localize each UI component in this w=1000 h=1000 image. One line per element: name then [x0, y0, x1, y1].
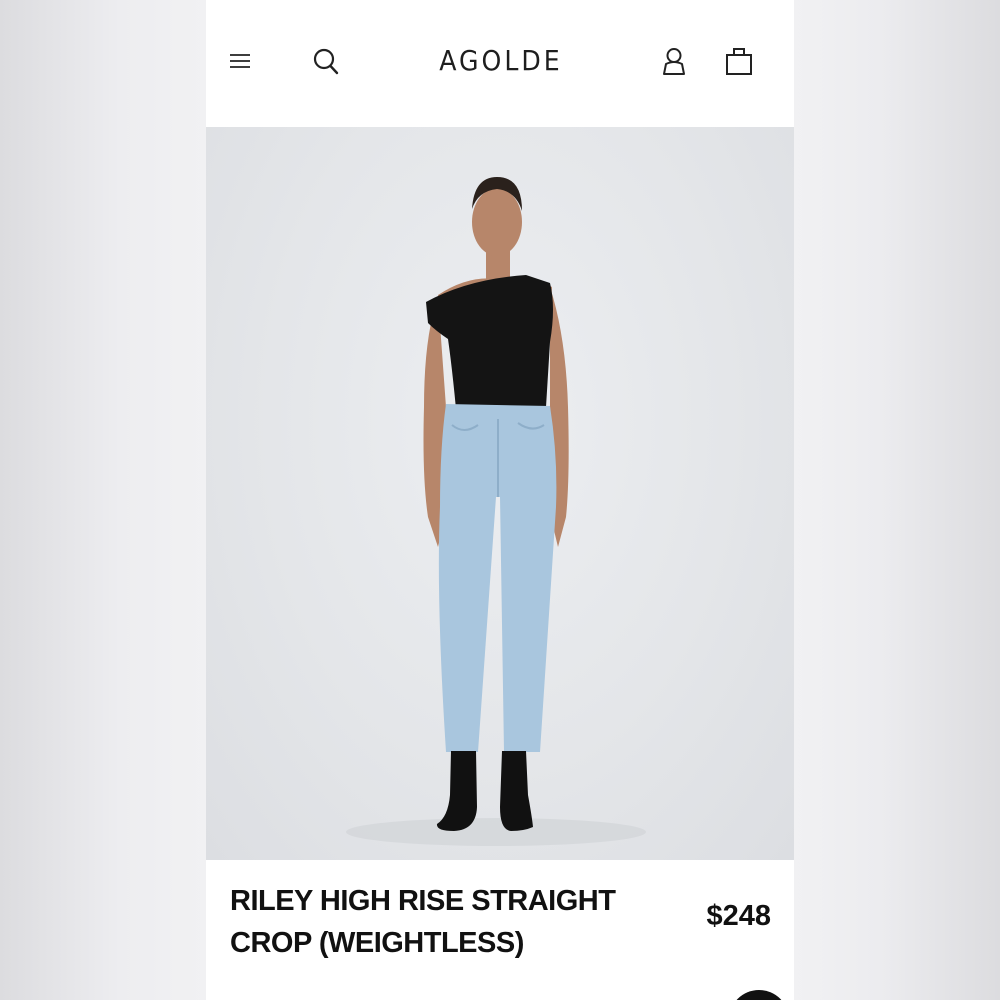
account-icon[interactable]: [662, 47, 686, 75]
floating-action-button[interactable]: [729, 990, 789, 1000]
menu-icon[interactable]: [230, 50, 250, 72]
product-title: RILEY HIGH RISE STRAIGHT CROP (WEIGHTLES…: [230, 885, 616, 959]
site-header: AGOLDE: [206, 0, 794, 127]
search-icon[interactable]: [313, 47, 339, 75]
model-photo: [346, 177, 646, 846]
brand-logo[interactable]: AGOLDE: [406, 44, 596, 77]
phone-screen: AGOLDE RILEY HIGH RISE STRAIGHT CROP (WE…: [206, 0, 794, 1000]
product-price: $248: [706, 900, 771, 932]
shopping-bag-icon[interactable]: [725, 46, 753, 76]
product-info: RILEY HIGH RISE STRAIGHT CROP (WEIGHTLES…: [206, 860, 794, 1000]
product-image[interactable]: [206, 127, 794, 860]
